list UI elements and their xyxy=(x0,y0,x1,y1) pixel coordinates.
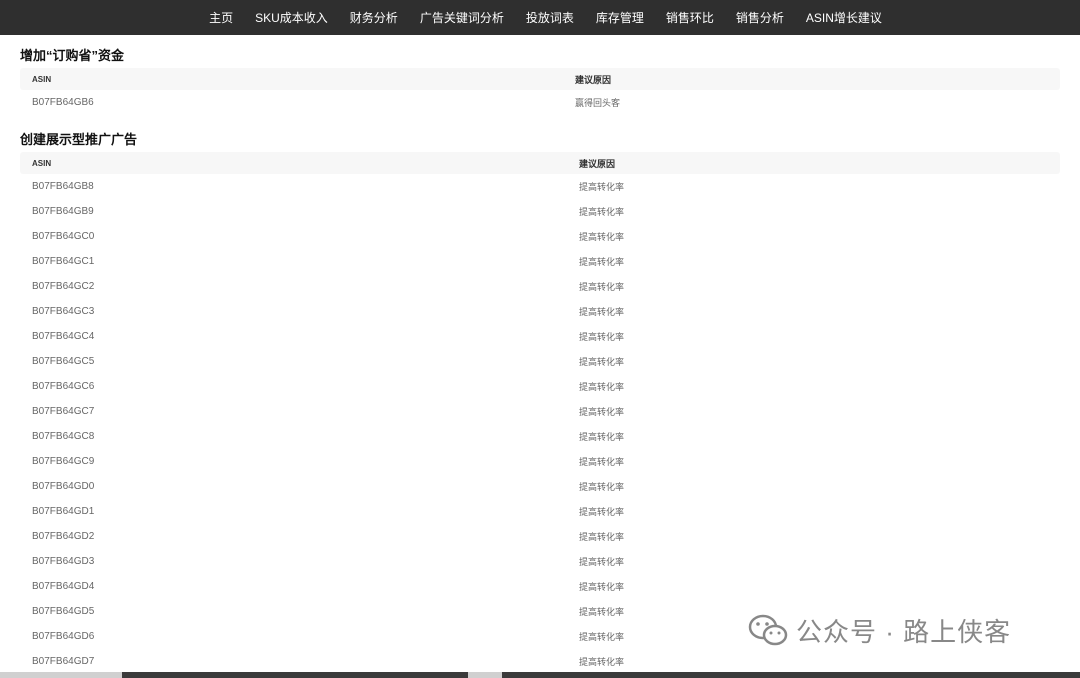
nav-item-1[interactable]: SKU成本收入 xyxy=(244,9,339,26)
cell-reason: 提高转化率 xyxy=(579,557,625,567)
table-row: B07FB64GC4 提高转化率 xyxy=(20,324,1060,349)
cell-asin: B07FB64GC4 xyxy=(32,331,95,342)
cell-reason: 提高转化率 xyxy=(579,407,625,417)
cell-reason: 提高转化率 xyxy=(579,457,625,467)
table-row: B07FB64GC8 提高转化率 xyxy=(20,424,1060,449)
cell-asin: B07FB64GD5 xyxy=(32,606,95,617)
cell-reason: 提高转化率 xyxy=(579,207,625,217)
table-row: B07FB64GD4 提高转化率 xyxy=(20,574,1060,599)
nav-menu: 主页 SKU成本收入 财务分析 广告关键词分析 投放词表 库存管理 销售环比 销售分析 ASIN… xyxy=(198,9,893,26)
main-content: 增加“订购省”资金 ASIN 建议原因 B07FB64GB6 赢得回头客 创建展示… xyxy=(0,35,1080,672)
table-row: B07FB64GB9 提高转化率 xyxy=(20,199,1060,224)
table-header: ASIN 建议原因 xyxy=(20,68,1060,90)
nav-item-5[interactable]: 库存管理 xyxy=(585,9,655,26)
header-asin: ASIN xyxy=(32,74,52,84)
watermark-text: 公众号 · 路上侠客 xyxy=(796,617,1012,647)
table-row: B07FB64GB8 提高转化率 xyxy=(20,174,1060,199)
cell-reason: 提高转化率 xyxy=(579,382,625,392)
wechat-icon xyxy=(748,613,788,649)
table-row: B07FB64GC6 提高转化率 xyxy=(20,374,1060,399)
table-row: B07FB64GB6 赢得回头客 xyxy=(20,90,1060,115)
cell-reason: 提高转化率 xyxy=(579,257,625,267)
table-row: B07FB64GC5 提高转化率 xyxy=(20,349,1060,374)
nav-item-7[interactable]: 销售分析 xyxy=(725,9,795,26)
section-title-subscribe-save: 增加“订购省”资金 xyxy=(20,48,125,63)
section-title-display-ads: 创建展示型推广广告 xyxy=(20,132,138,147)
cell-asin: B07FB64GD3 xyxy=(32,556,95,567)
cell-asin: B07FB64GC6 xyxy=(32,381,95,392)
cell-reason: 提高转化率 xyxy=(579,332,625,342)
cell-asin: B07FB64GC8 xyxy=(32,431,95,442)
cell-asin: B07FB64GB9 xyxy=(32,206,94,217)
cell-asin: B07FB64GC0 xyxy=(32,231,95,242)
cell-asin: B07FB64GD1 xyxy=(32,506,95,517)
bottom-scrollbar[interactable] xyxy=(0,672,1080,678)
cell-asin: B07FB64GC5 xyxy=(32,356,95,367)
cell-reason: 提高转化率 xyxy=(579,307,625,317)
nav-item-0[interactable]: 主页 xyxy=(198,9,244,26)
table-row: B07FB64GC1 提高转化率 xyxy=(20,249,1060,274)
table-row: B07FB64GC3 提高转化率 xyxy=(20,299,1060,324)
cell-asin: B07FB64GC3 xyxy=(32,306,95,317)
nav-item-4[interactable]: 投放词表 xyxy=(515,9,585,26)
cell-asin: B07FB64GC2 xyxy=(32,281,95,292)
cell-asin: B07FB64GD0 xyxy=(32,481,95,492)
table-row: B07FB64GD3 提高转化率 xyxy=(20,549,1060,574)
cell-reason: 提高转化率 xyxy=(579,507,625,517)
cell-asin: B07FB64GB6 xyxy=(32,97,94,108)
table-row: B07FB64GD7 提高转化率 xyxy=(20,649,1060,672)
header-asin: ASIN xyxy=(32,158,52,168)
cell-reason: 提高转化率 xyxy=(579,182,625,192)
cell-asin: B07FB64GC7 xyxy=(32,406,95,417)
table-header: ASIN 建议原因 xyxy=(20,152,1060,174)
cell-asin: B07FB64GB8 xyxy=(32,181,94,192)
cell-asin: B07FB64GD7 xyxy=(32,656,95,667)
cell-asin: B07FB64GD6 xyxy=(32,631,95,642)
header-reason: 建议原因 xyxy=(579,158,616,169)
watermark: 公众号 · 路上侠客 xyxy=(748,612,1011,649)
table-row: B07FB64GC2 提高转化率 xyxy=(20,274,1060,299)
nav-item-8[interactable]: ASIN增长建议 xyxy=(795,9,893,26)
table-row: B07FB64GD2 提高转化率 xyxy=(20,524,1060,549)
table-row: B07FB64GD0 提高转化率 xyxy=(20,474,1060,499)
cell-asin: B07FB64GD4 xyxy=(32,581,95,592)
cell-reason: 提高转化率 xyxy=(579,432,625,442)
cell-reason: 提高转化率 xyxy=(579,482,625,492)
cell-reason: 提高转化率 xyxy=(579,582,625,592)
cell-reason: 提高转化率 xyxy=(579,232,625,242)
cell-reason: 提高转化率 xyxy=(579,657,625,667)
table-row: B07FB64GC7 提高转化率 xyxy=(20,399,1060,424)
nav-item-2[interactable]: 财务分析 xyxy=(339,9,409,26)
nav-item-6[interactable]: 销售环比 xyxy=(655,9,725,26)
table-row: B07FB64GC0 提高转化率 xyxy=(20,224,1060,249)
nav-item-3[interactable]: 广告关键词分析 xyxy=(409,9,515,26)
top-navbar: 主页 SKU成本收入 财务分析 广告关键词分析 投放词表 库存管理 销售环比 销售分析 ASIN… xyxy=(0,0,1080,35)
table-display-ads: ASIN 建议原因 B07FB64GB8 提高转化率 B07FB64GB9 提高转化率… xyxy=(20,152,1060,672)
header-reason: 建议原因 xyxy=(575,74,612,85)
cell-reason: 提高转化率 xyxy=(579,357,625,367)
cell-reason: 提高转化率 xyxy=(579,282,625,292)
table-subscribe-save: ASIN 建议原因 B07FB64GB6 赢得回头客 xyxy=(20,68,1060,115)
table-row: B07FB64GC9 提高转化率 xyxy=(20,449,1060,474)
cell-asin: B07FB64GD2 xyxy=(32,531,95,542)
cell-reason: 提高转化率 xyxy=(579,532,625,542)
cell-reason: 赢得回头客 xyxy=(575,98,621,108)
cell-asin: B07FB64GC9 xyxy=(32,456,95,467)
cell-asin: B07FB64GC1 xyxy=(32,256,95,267)
table-row: B07FB64GD1 提高转化率 xyxy=(20,499,1060,524)
